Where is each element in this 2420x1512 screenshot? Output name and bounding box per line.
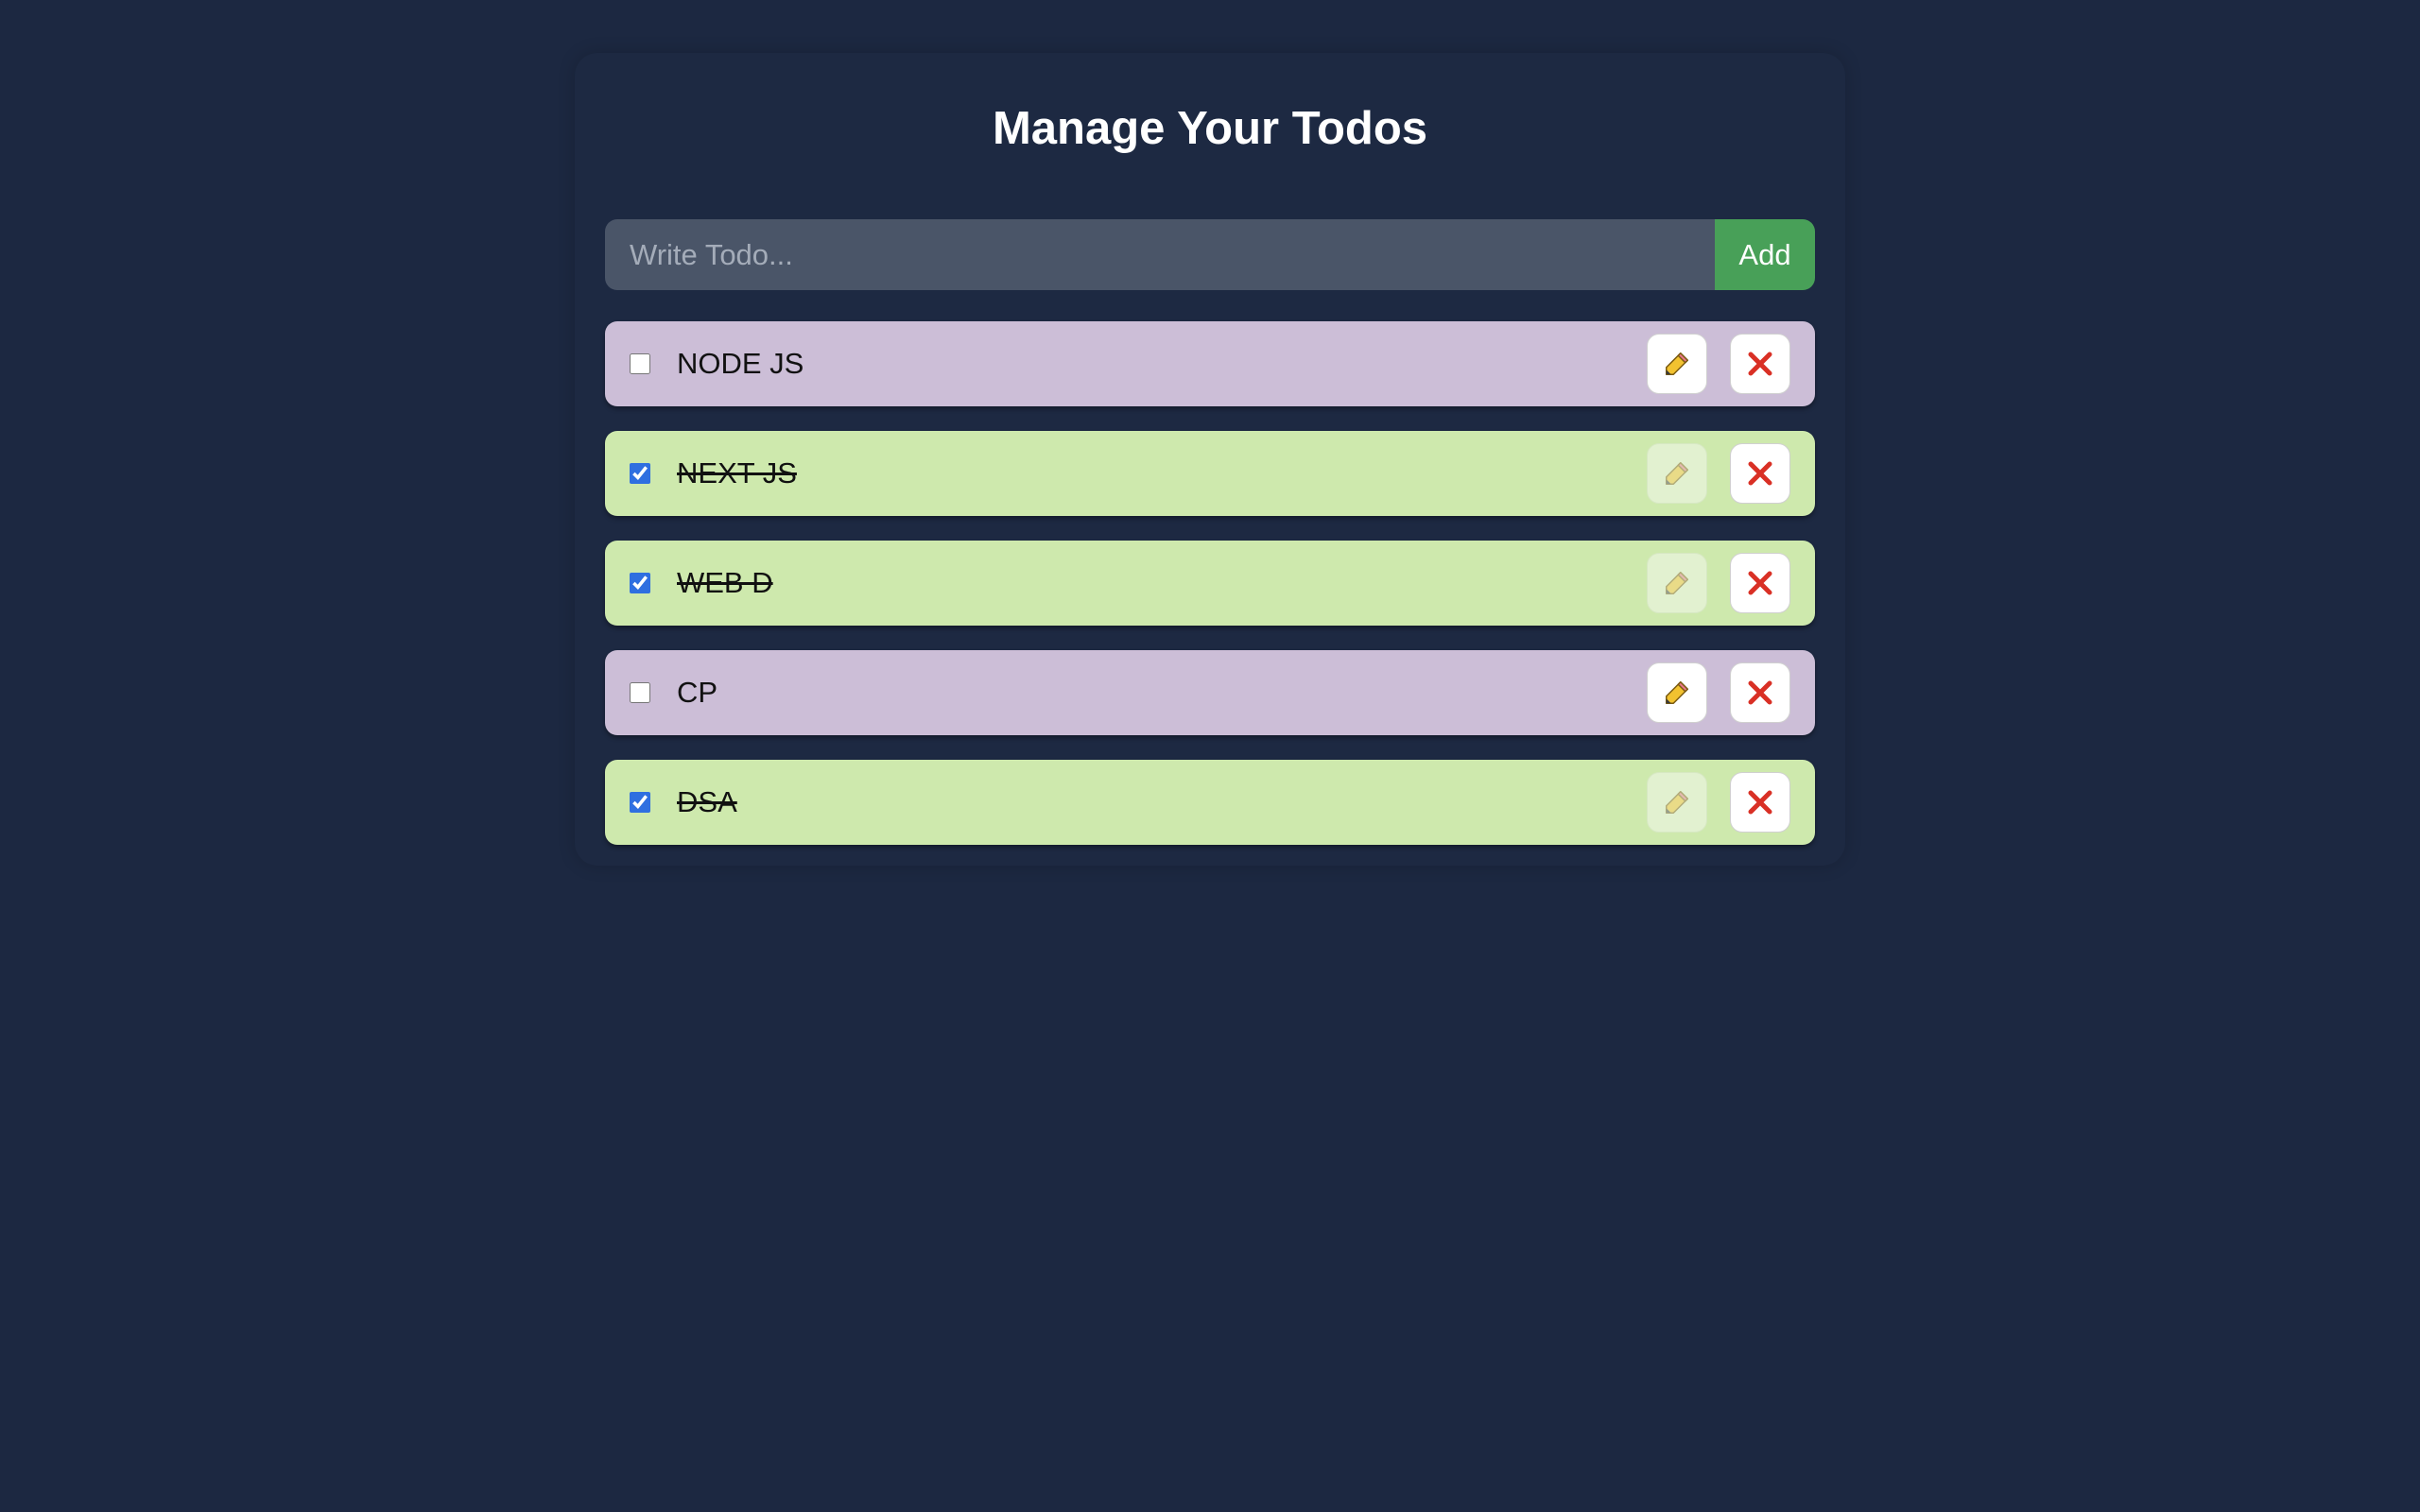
close-icon — [1748, 680, 1772, 705]
todo-text: CP — [677, 676, 718, 709]
todo-text: NODE JS — [677, 347, 804, 380]
pencil-icon — [1666, 791, 1688, 814]
close-icon — [1748, 352, 1772, 376]
todo-checkbox[interactable] — [630, 792, 650, 813]
close-icon — [1748, 571, 1772, 595]
close-icon — [1748, 790, 1772, 815]
edit-button[interactable] — [1647, 662, 1707, 723]
delete-button[interactable] — [1730, 553, 1790, 613]
todo-checkbox[interactable] — [630, 682, 650, 703]
delete-button[interactable] — [1730, 334, 1790, 394]
edit-button[interactable] — [1647, 334, 1707, 394]
todo-item: CP — [605, 650, 1815, 735]
todo-text: NEXT JS — [677, 456, 797, 490]
todo-checkbox[interactable] — [630, 353, 650, 374]
pencil-icon — [1666, 462, 1688, 485]
pencil-icon — [1666, 572, 1688, 594]
todo-checkbox[interactable] — [630, 573, 650, 593]
close-icon — [1748, 461, 1772, 486]
add-button[interactable]: Add — [1715, 219, 1815, 290]
todo-input[interactable] — [605, 219, 1715, 290]
todo-item: DSA — [605, 760, 1815, 845]
add-todo-form: Add — [605, 219, 1815, 290]
todo-text: DSA — [677, 785, 737, 818]
todo-checkbox[interactable] — [630, 463, 650, 484]
page-title: Manage Your Todos — [992, 103, 1428, 154]
todo-item: WEB D — [605, 541, 1815, 626]
delete-button[interactable] — [1730, 772, 1790, 833]
todo-item: NEXT JS — [605, 431, 1815, 516]
edit-button[interactable] — [1647, 772, 1707, 833]
delete-button[interactable] — [1730, 443, 1790, 504]
edit-button[interactable] — [1647, 553, 1707, 613]
pencil-icon — [1666, 681, 1688, 704]
todo-list: NODE JS NEXT JS WEB D CP DSA — [605, 321, 1815, 869]
delete-button[interactable] — [1730, 662, 1790, 723]
todo-item: NODE JS — [605, 321, 1815, 406]
pencil-icon — [1666, 352, 1688, 375]
edit-button[interactable] — [1647, 443, 1707, 504]
todo-text: WEB D — [677, 566, 773, 599]
